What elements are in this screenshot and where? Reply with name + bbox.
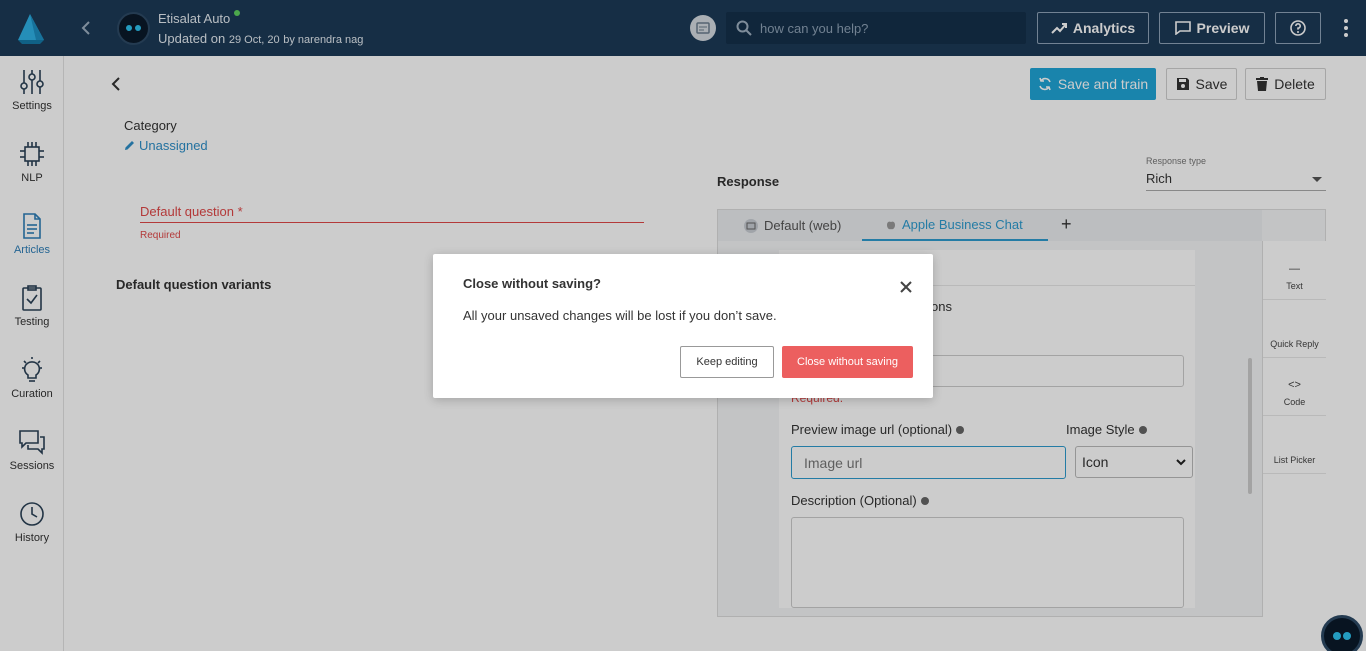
dialog-message: All your unsaved changes will be lost if… [463, 308, 777, 323]
dialog-title: Close without saving? [463, 276, 601, 291]
close-icon[interactable] [899, 280, 913, 294]
close-without-saving-button[interactable]: Close without saving [782, 346, 913, 378]
keep-editing-button[interactable]: Keep editing [680, 346, 774, 378]
close-without-saving-dialog: Close without saving? All your unsaved c… [433, 254, 933, 398]
